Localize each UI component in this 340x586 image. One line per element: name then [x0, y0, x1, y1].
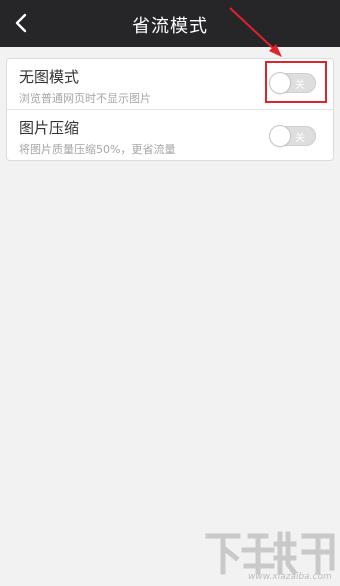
- setting-subtitle: 将图片质量压缩50%，更省流量: [19, 143, 176, 156]
- watermark-logo-icon: [205, 531, 335, 576]
- setting-subtitle: 浏览普通网页时不显示图片: [19, 92, 151, 105]
- image-compress-toggle[interactable]: 关: [270, 126, 316, 146]
- setting-title: 图片压缩: [19, 119, 80, 137]
- watermark-url: www.xiazaiba.com: [248, 572, 332, 582]
- toggle-knob: [270, 126, 290, 146]
- toggle-label: 关: [295, 133, 305, 144]
- setting-row-image-compress: 图片压缩 将图片质量压缩50%，更省流量 关: [7, 109, 333, 160]
- watermark: www.xiazaiba.com: [198, 528, 340, 586]
- annotation-arrow-icon: [229, 7, 282, 57]
